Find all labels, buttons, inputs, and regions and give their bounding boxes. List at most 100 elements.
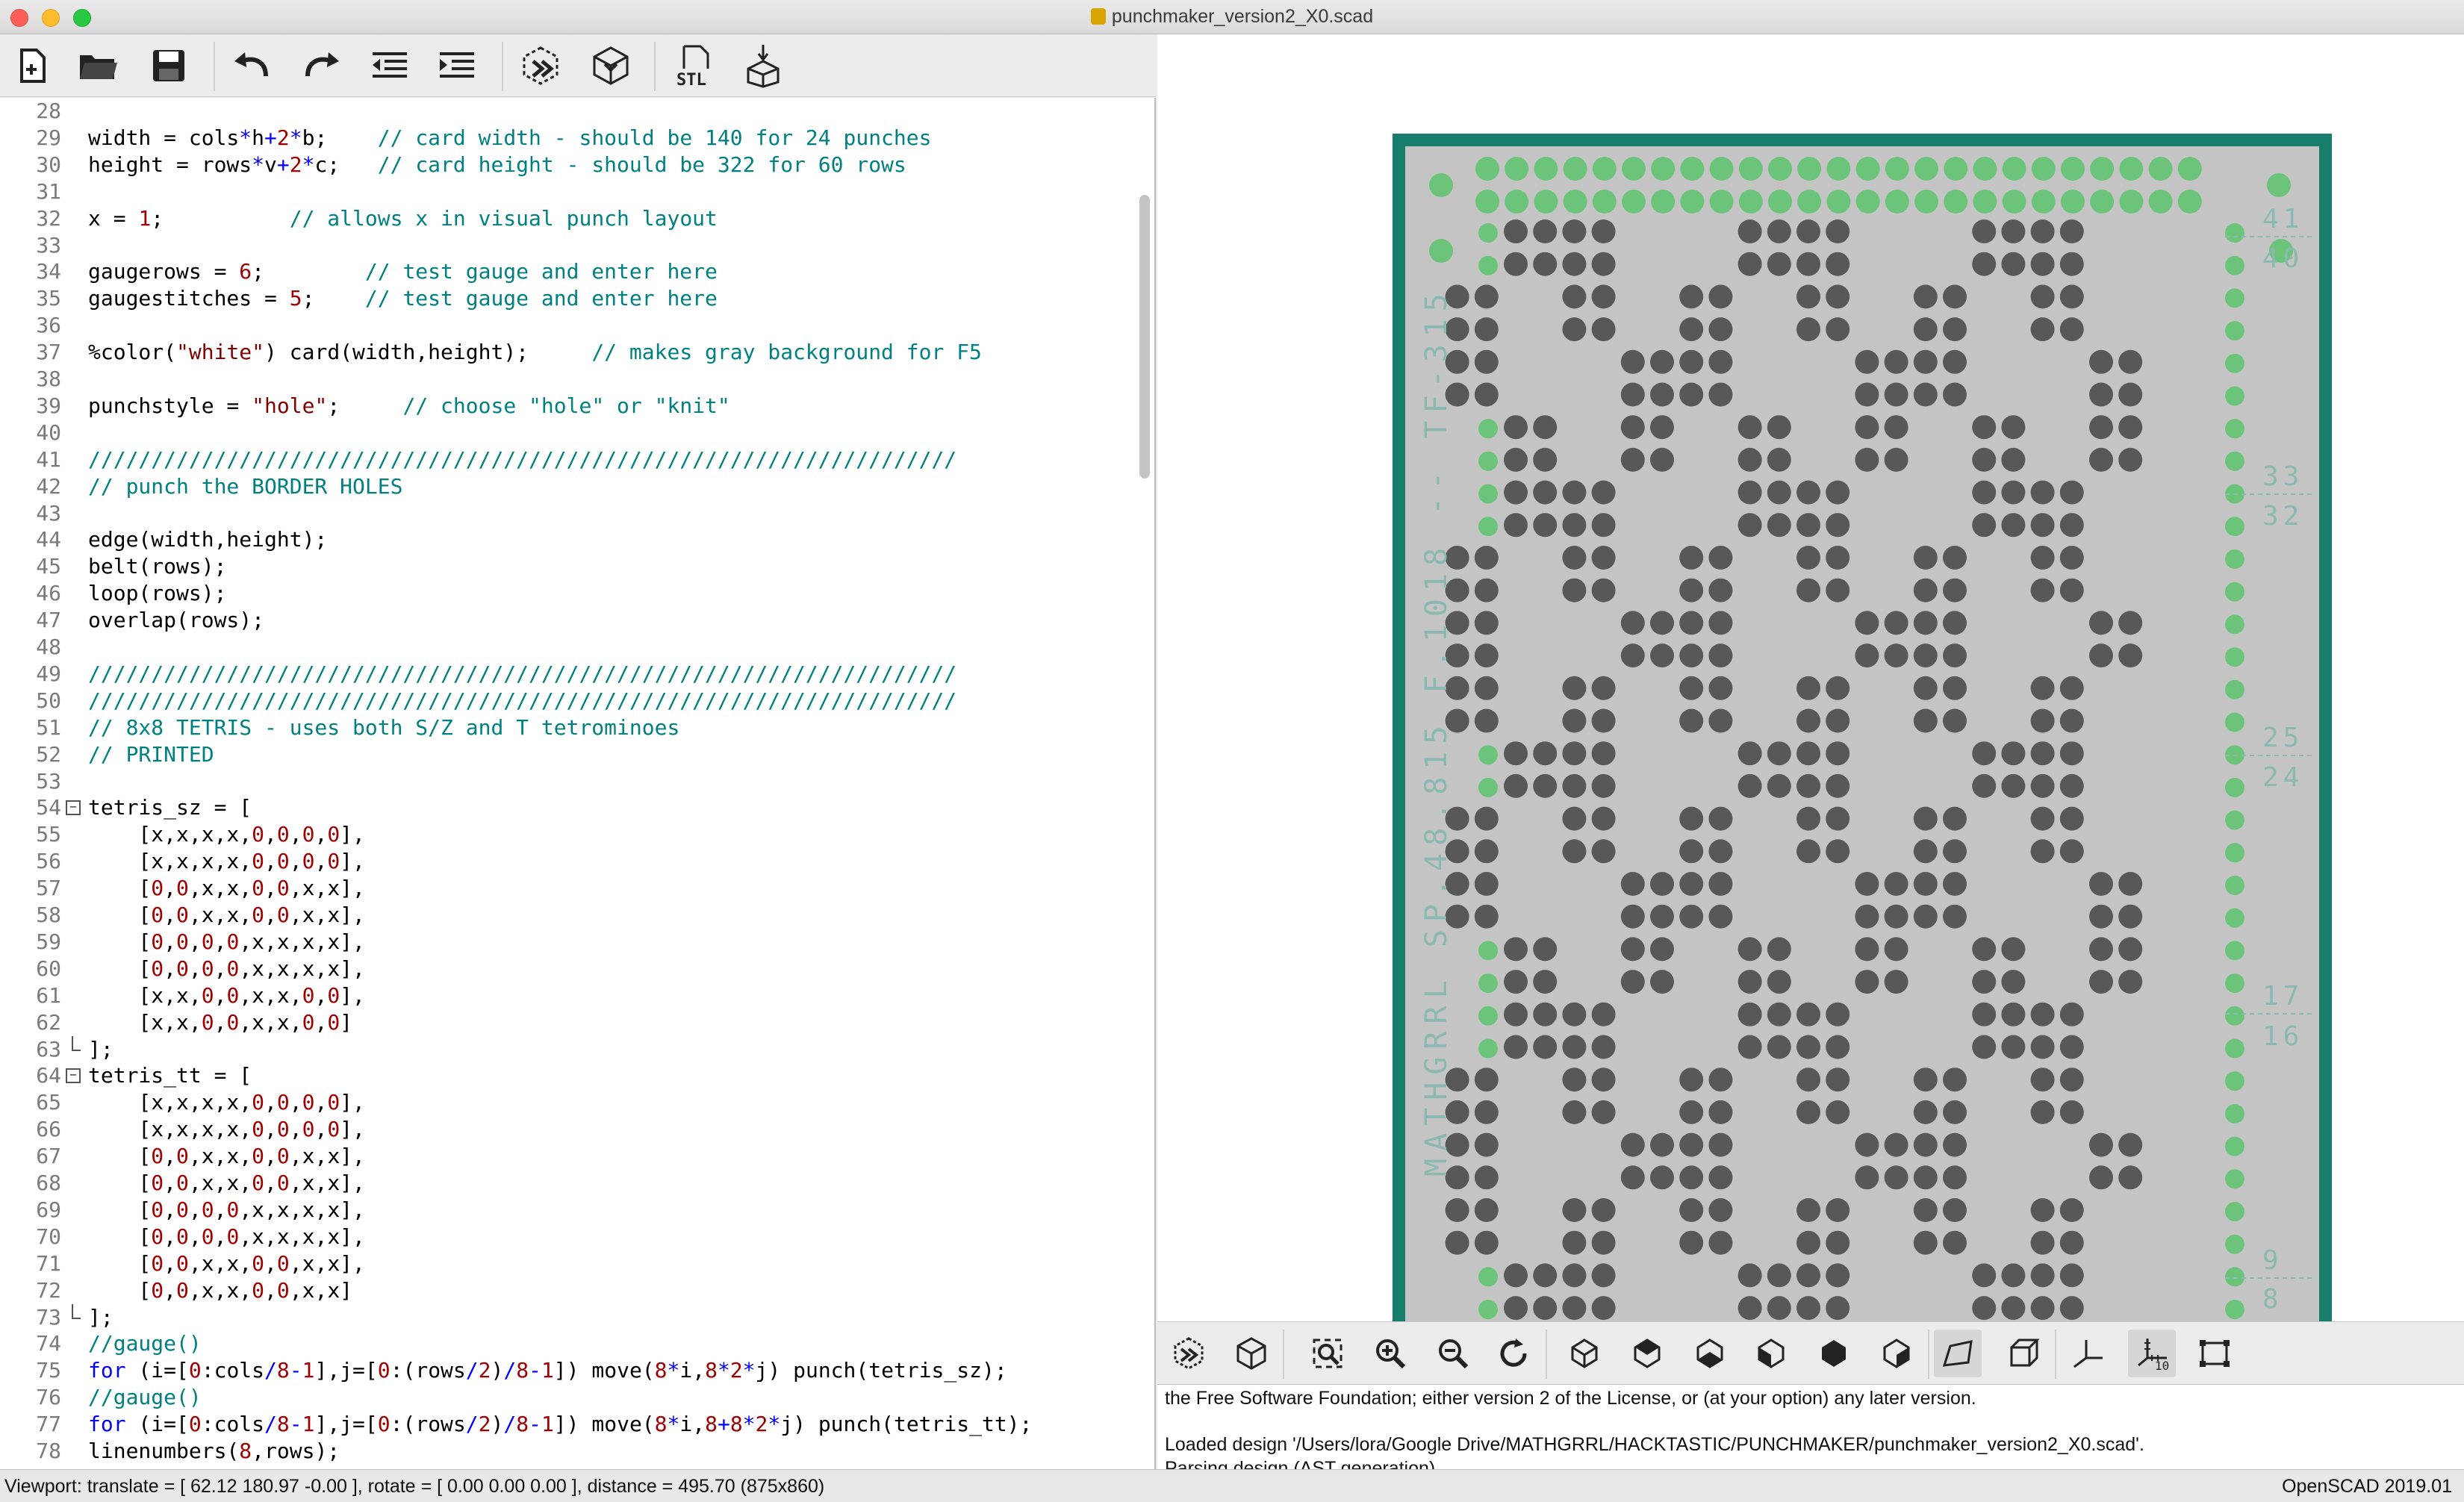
view-all-button[interactable] <box>1304 1330 1351 1377</box>
code-line[interactable]: 46 loop(rows); <box>0 580 1150 607</box>
code-line[interactable]: 61 [x,x,0,0,x,x,0,0], <box>0 982 1150 1009</box>
new-file-button[interactable] <box>9 42 57 90</box>
render-button[interactable] <box>587 42 635 90</box>
code-line[interactable]: 65 [x,x,x,x,0,0,0,0], <box>0 1089 1150 1116</box>
open-file-button[interactable] <box>75 42 122 90</box>
fold-toggle-icon[interactable]: − <box>66 800 81 816</box>
preview-button[interactable] <box>1165 1330 1213 1377</box>
code-line[interactable]: 53 <box>0 768 1150 795</box>
code-line[interactable]: 44 edge(width,height); <box>0 526 1150 553</box>
view-left-button[interactable] <box>1747 1330 1795 1377</box>
code-line[interactable]: 28 <box>0 98 1150 125</box>
code-line[interactable]: 60 [0,0,0,0,x,x,x,x], <box>0 956 1150 982</box>
code-line[interactable]: 29 width = cols*h+2*b; // card width - sh… <box>0 125 1150 152</box>
code-line[interactable]: 30 height = rows*v+2*c; // card height - … <box>0 152 1150 178</box>
export-stl-button[interactable]: STL <box>672 42 720 90</box>
code-line[interactable]: 63]; <box>0 1035 1150 1063</box>
pattern-punch-hole <box>2059 741 2084 766</box>
pattern-punch-hole <box>1767 741 1791 766</box>
code-line[interactable]: 58 [0,0,x,x,0,0,x,x], <box>0 902 1150 929</box>
code-line[interactable]: 41 //////////////////////////////////////… <box>0 446 1150 473</box>
code-line[interactable]: 57 [0,0,x,x,0,0,x,x], <box>0 875 1150 902</box>
redo-button[interactable] <box>297 42 345 90</box>
code-line[interactable]: 76 //gauge() <box>0 1384 1150 1411</box>
orthogonal-button[interactable] <box>2000 1330 2047 1377</box>
code-line[interactable]: 33 <box>0 232 1150 259</box>
code-line[interactable]: 35 gaugestitches = 5; // test gauge and e… <box>0 285 1150 312</box>
code-line[interactable]: 40 <box>0 420 1150 446</box>
code-line[interactable]: 34 gaugerows = 6; // test gauge and enter… <box>0 258 1150 285</box>
line-number: 46 <box>36 581 61 606</box>
fold-toggle-icon[interactable]: − <box>66 1068 81 1084</box>
send-to-print-button[interactable] <box>739 42 787 90</box>
code-line[interactable]: 59 [0,0,0,0,x,x,x,x], <box>0 929 1150 956</box>
save-button[interactable] <box>145 42 193 90</box>
show-edges-button[interactable] <box>2191 1330 2239 1377</box>
code-line[interactable]: 67 [0,0,x,x,0,0,x,x], <box>0 1143 1150 1170</box>
code-line[interactable]: 39 punchstyle = "hole"; // choose "hole" … <box>0 393 1150 420</box>
code-line[interactable]: 72 [0,0,x,x,0,0,x,x] <box>0 1277 1150 1304</box>
card-vertical-label: MATHGRRL SP.48.815 F.1018 -- TF-315 <box>1419 286 1454 1177</box>
code-line[interactable]: 62 [x,x,0,0,x,x,0,0] <box>0 1009 1150 1036</box>
line-number: 56 <box>36 849 61 874</box>
pattern-punch-hole <box>2030 1230 2055 1255</box>
code-line[interactable]: 66 [x,x,x,x,0,0,0,0], <box>0 1116 1150 1143</box>
view-back-button[interactable] <box>1873 1330 1920 1377</box>
view-bottom-button[interactable] <box>1686 1330 1734 1377</box>
3d-viewport[interactable]: 41 40 33 32 25 24 17 16 9 8 MATHGRRL SP.48.815 F.… <box>1157 34 2464 1321</box>
code-editor[interactable]: 28 29 width = cols*h+2*b; // card width - … <box>0 98 1156 1469</box>
code-line[interactable]: 37 %color("white") card(width,height); //… <box>0 339 1150 366</box>
editor-scrollbar[interactable] <box>1139 195 1150 479</box>
pattern-punch-hole <box>1620 611 1645 635</box>
status-bar: Viewport: translate = [ 62.12 180.97 -0.… <box>0 1469 2464 1502</box>
view-top-button[interactable] <box>1623 1330 1671 1377</box>
zoom-in-button[interactable] <box>1366 1330 1414 1377</box>
code-line[interactable]: 31 <box>0 178 1150 205</box>
unindent-button[interactable] <box>366 42 414 90</box>
code-line[interactable]: 42 // punch the BORDER HOLES <box>0 473 1150 500</box>
view-right-button[interactable] <box>1561 1330 1608 1377</box>
code-line[interactable]: 70 [0,0,0,0,x,x,x,x], <box>0 1224 1150 1250</box>
green-punch-hole <box>2148 157 2173 181</box>
code-line[interactable]: 71 [0,0,x,x,0,0,x,x], <box>0 1250 1150 1277</box>
code-line[interactable]: 64− tetris_tt = [ <box>0 1062 1150 1089</box>
show-scale-markers-button[interactable]: 10 <box>2128 1330 2176 1377</box>
view-front-button[interactable] <box>1810 1330 1858 1377</box>
code-line[interactable]: 49 //////////////////////////////////////… <box>0 661 1150 688</box>
code-line[interactable]: 73]; <box>0 1303 1150 1331</box>
code-line[interactable]: 45 belt(rows); <box>0 553 1150 580</box>
code-line[interactable]: 47 overlap(rows); <box>0 607 1150 634</box>
border-hole <box>2225 1006 2244 1026</box>
code-line[interactable]: 54− tetris_sz = [ <box>0 794 1150 821</box>
code-text: // punch the BORDER HOLES <box>88 473 403 499</box>
pattern-punch-hole <box>1796 1035 1820 1059</box>
pattern-punch-hole <box>2030 546 2055 570</box>
code-line[interactable]: 36 <box>0 312 1150 339</box>
preview-button[interactable] <box>517 42 564 90</box>
perspective-button[interactable] <box>1934 1330 1982 1377</box>
code-line[interactable]: 38 <box>0 366 1150 393</box>
undo-button[interactable] <box>228 42 276 90</box>
pattern-punch-hole <box>1708 1068 1733 1092</box>
reset-view-button[interactable] <box>1490 1330 1538 1377</box>
code-line[interactable]: 50 //////////////////////////////////////… <box>0 688 1150 714</box>
code-line[interactable]: 69 [0,0,0,0,x,x,x,x], <box>0 1197 1150 1224</box>
code-line[interactable]: 48 <box>0 634 1150 661</box>
code-line[interactable]: 56 [x,x,x,x,0,0,0,0], <box>0 848 1150 875</box>
zoom-out-button[interactable] <box>1429 1330 1477 1377</box>
pattern-punch-hole <box>2001 252 2026 276</box>
code-line[interactable]: 78 linenumbers(8,rows); <box>0 1438 1150 1465</box>
indent-button[interactable] <box>433 42 481 90</box>
code-line[interactable]: 55 [x,x,x,x,0,0,0,0], <box>0 821 1150 848</box>
code-line[interactable]: 68 [0,0,x,x,0,0,x,x], <box>0 1170 1150 1197</box>
code-line[interactable]: 52 // PRINTED <box>0 741 1150 768</box>
render-button[interactable] <box>1228 1330 1275 1377</box>
code-line[interactable]: 51 // 8x8 TETRIS - uses both S/Z and T te… <box>0 714 1150 741</box>
green-punch-hole <box>1973 190 1997 214</box>
show-axes-button[interactable] <box>2064 1330 2112 1377</box>
code-line[interactable]: 77 for (i=[0:cols/8-1],j=[0:(rows/2)/8-1]… <box>0 1411 1150 1438</box>
code-line[interactable]: 74 //gauge() <box>0 1330 1150 1357</box>
code-line[interactable]: 43 <box>0 500 1150 527</box>
code-line[interactable]: 32 x = 1; // allows x in visual punch lay… <box>0 205 1150 232</box>
code-line[interactable]: 75 for (i=[0:cols/8-1],j=[0:(rows/2)/8-1]… <box>0 1357 1150 1384</box>
